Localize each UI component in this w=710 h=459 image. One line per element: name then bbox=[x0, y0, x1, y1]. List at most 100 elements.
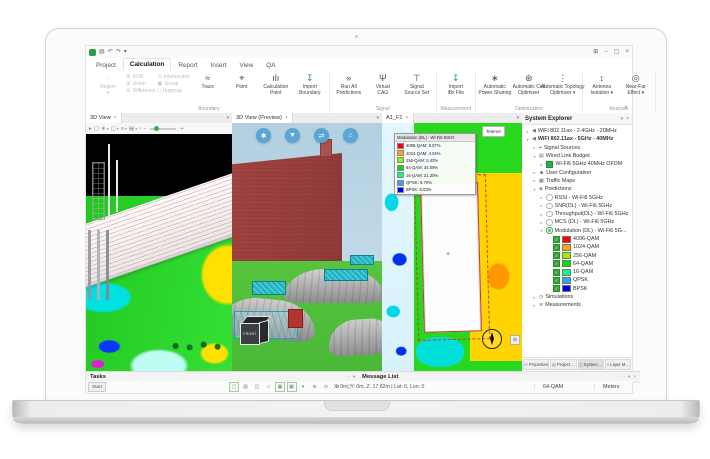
expander-icon[interactable]: ▸ bbox=[532, 145, 537, 150]
signal-source-set-button[interactable]: ⊤ Signal Source Set bbox=[401, 72, 433, 96]
ribbon-tab-qa[interactable]: QA bbox=[260, 60, 281, 71]
tree-item-simulations[interactable]: ▸ ◷ Simulations bbox=[523, 293, 632, 301]
viewport-floor-plan[interactable]: + Modulation (DL) - Wi-Fi6 5GHz 4096-QAM… bbox=[382, 123, 522, 371]
menu-icon[interactable]: ⊞ bbox=[593, 49, 598, 56]
region-button[interactable]: ◌ Region ▾ bbox=[92, 72, 124, 96]
explorer-tab-properties[interactable]: ⊙ Properties bbox=[523, 359, 550, 370]
tree-item-snr-dl-wi-fi6-5ghz[interactable]: ▸ SNR(DL) - Wi-Fi6 5GHz bbox=[523, 202, 632, 210]
map-tool-icon[interactable]: ⊞ bbox=[510, 335, 520, 345]
antenna-isolation-button[interactable]: ↕ Antenna Isolation ▾ bbox=[586, 72, 618, 96]
tree-item-predictions[interactable]: ▾ ◈ Predictions bbox=[523, 185, 632, 193]
tree-item-user-configuration[interactable]: ▸ ☻ User Configuration bbox=[523, 168, 632, 176]
tree-item-throughput-dl-wi-fi6-5ghz[interactable]: ▸ Throughput(DL) - Wi-Fi6 5GHz bbox=[523, 210, 632, 218]
expander-icon[interactable]: ▸ bbox=[525, 129, 530, 134]
near-far-effect-button[interactable]: ◎ Near-Far Effect ▾ bbox=[620, 72, 652, 96]
expander-icon[interactable]: ▾ bbox=[539, 228, 544, 233]
tree-item-wifi-802-11ax-5ghz-40mhz[interactable]: ▾ ◀ WiFi 802.11ax - 5GHz - 40MHz bbox=[523, 135, 632, 143]
xor-button[interactable]: ⊗ XOR bbox=[126, 74, 155, 80]
checkbox-checked[interactable]: ✓ bbox=[553, 276, 560, 284]
intersection-button[interactable]: ⊙ Intersection bbox=[157, 74, 189, 80]
expander-icon[interactable]: ▾ bbox=[532, 154, 537, 159]
close-icon[interactable]: × bbox=[633, 374, 636, 380]
gear-button[interactable]: ✱ bbox=[256, 128, 271, 143]
ribbon-tab-project[interactable]: Project bbox=[90, 60, 122, 71]
expander-icon[interactable]: ▸ bbox=[539, 212, 544, 217]
pin-icon[interactable]: ▾ bbox=[628, 374, 630, 380]
import-ibx-file-button[interactable]: ↧ Import iBx File bbox=[440, 72, 472, 96]
redo-icon[interactable]: ↷ bbox=[116, 49, 121, 56]
ribbon-tab-insert[interactable]: Insert bbox=[205, 60, 233, 71]
trace-button[interactable]: ≈ Trace bbox=[192, 72, 224, 90]
quick-access-more-icon[interactable]: ▾ bbox=[124, 49, 127, 56]
undo-icon[interactable]: ↶ bbox=[108, 49, 113, 56]
difference-button[interactable]: ⊖ Difference bbox=[126, 88, 155, 94]
virtual-cag-button[interactable]: Ψ Virtual CAG bbox=[367, 72, 399, 96]
options-icon[interactable]: ◦ bbox=[623, 374, 625, 380]
expander-icon[interactable]: ▸ bbox=[539, 220, 544, 225]
explorer-tab-system[interactable]: ◫ System ... bbox=[577, 359, 604, 370]
point-button[interactable]: ⌖ Point bbox=[226, 72, 258, 90]
view1-tool-icon-4[interactable]: ≡ bbox=[121, 126, 124, 132]
expander-icon[interactable]: ▸ bbox=[532, 178, 537, 183]
automatic-topology-optimizer-button[interactable]: ⋮ Automatic Topology Optimizer ▾ bbox=[541, 72, 585, 96]
ribbon-tab-view[interactable]: View bbox=[234, 60, 260, 71]
tab-3d-view-preview[interactable]: 3D View (Preview) × bbox=[232, 113, 294, 123]
status-tool-icon-0[interactable]: ▢ bbox=[229, 382, 239, 392]
pin-icon[interactable]: ▾ bbox=[353, 374, 355, 380]
tree-item-wired-link-budget[interactable]: ▾ ▤ Wired Link Budget bbox=[523, 152, 632, 160]
funnel-button[interactable]: ▼ bbox=[285, 128, 300, 143]
close-icon[interactable]: × bbox=[405, 115, 408, 121]
status-tool-icon-2[interactable]: ◫ bbox=[252, 382, 262, 392]
calculation-point-button[interactable]: ılı Calculation Point bbox=[260, 72, 292, 96]
ribbon-tab-report[interactable]: Report bbox=[172, 60, 203, 71]
explorer-tab-project[interactable]: ▤ Project ... bbox=[550, 359, 577, 370]
close-icon[interactable]: × bbox=[626, 116, 629, 122]
status-tool-icon-3[interactable]: ▱ bbox=[264, 382, 274, 392]
options-icon[interactable]: ◦ bbox=[348, 374, 350, 380]
explorer-tab-layer-m[interactable]: ≡ Layer M... bbox=[604, 359, 631, 370]
view1-tool-icon-5[interactable]: ▤ bbox=[129, 126, 134, 132]
checkbox-checked[interactable]: ✓ bbox=[553, 252, 560, 260]
union-button[interactable]: ⊕ Union bbox=[126, 81, 155, 87]
status-tool-icon-5[interactable]: ▣ bbox=[286, 382, 297, 392]
status-tool-icon-4[interactable]: ▣ bbox=[275, 382, 285, 392]
close-icon[interactable]: × bbox=[114, 115, 117, 121]
view1-tool-icon-0[interactable]: ▸ bbox=[89, 126, 92, 132]
checkbox-checked[interactable]: ✓ bbox=[553, 285, 560, 293]
ungroup-button[interactable]: □ Ungroup bbox=[157, 88, 189, 94]
status-tool-icon-6[interactable]: ▾ bbox=[298, 382, 308, 392]
zoom-in-icon[interactable]: + bbox=[180, 126, 183, 132]
tree-item-16-qam[interactable]: ✓ 16-QAM bbox=[523, 268, 632, 276]
tree-item-64-qam[interactable]: ✓ 64-QAM bbox=[523, 260, 632, 268]
start-button[interactable]: Start bbox=[88, 382, 107, 392]
tree-item-qpsk[interactable]: ✓ QPSK bbox=[523, 276, 632, 284]
tree-item-mcs-dl-wi-fi6-5ghz[interactable]: ▸ MCS (DL) - Wi-Fi6 5GHz bbox=[523, 218, 632, 226]
tree-item-1024-qam[interactable]: ✓ 1024-QAM bbox=[523, 243, 632, 251]
tree-item-rssi-wi-fi6-5ghz[interactable]: ▸ RSSI - Wi-Fi6 5GHz bbox=[523, 193, 632, 201]
view1-tool-icon-7[interactable]: − bbox=[143, 126, 146, 132]
ribbon-collapse-icon[interactable]: ∧ bbox=[624, 104, 628, 111]
prediction-radio-on[interactable] bbox=[546, 227, 553, 234]
import-boundary-button[interactable]: ↧ Import Boundary bbox=[294, 72, 326, 96]
view1-tool-icon-6[interactable]: ▫ bbox=[139, 126, 141, 132]
automatic-cell-optimizer-button[interactable]: ⊛ Automatic Cell Optimizer bbox=[513, 72, 545, 96]
expander-icon[interactable]: ▸ bbox=[532, 170, 537, 175]
status-tool-icon-1[interactable]: ▤ bbox=[241, 382, 251, 392]
expander-icon[interactable]: ▸ bbox=[539, 203, 544, 208]
expander-icon[interactable]: ▸ bbox=[532, 303, 537, 308]
expander-icon[interactable]: ▸ bbox=[539, 162, 544, 167]
restore-icon[interactable]: ▢ bbox=[614, 49, 620, 56]
tab-a1-f1[interactable]: A1_F1 × bbox=[382, 113, 414, 123]
group-button[interactable]: ▣ Group bbox=[157, 81, 189, 87]
expander-icon[interactable]: ▾ bbox=[525, 137, 530, 142]
expander-icon[interactable]: ▸ bbox=[532, 295, 537, 300]
checkbox-checked[interactable]: ✓ bbox=[553, 268, 560, 276]
tree-item-measurements[interactable]: ▸ ≋ Measurements bbox=[523, 301, 632, 309]
ribbon-tab-calculation[interactable]: Calculation bbox=[122, 58, 172, 71]
expander-icon[interactable]: ▾ bbox=[532, 187, 537, 192]
status-tool-icon-8[interactable]: ⊖ bbox=[321, 382, 331, 392]
pin-icon[interactable]: ▾ bbox=[621, 116, 624, 122]
prediction-radio-off[interactable] bbox=[546, 194, 553, 201]
prediction-radio-off[interactable] bbox=[546, 219, 553, 226]
expander-icon[interactable]: ▸ bbox=[539, 195, 544, 200]
